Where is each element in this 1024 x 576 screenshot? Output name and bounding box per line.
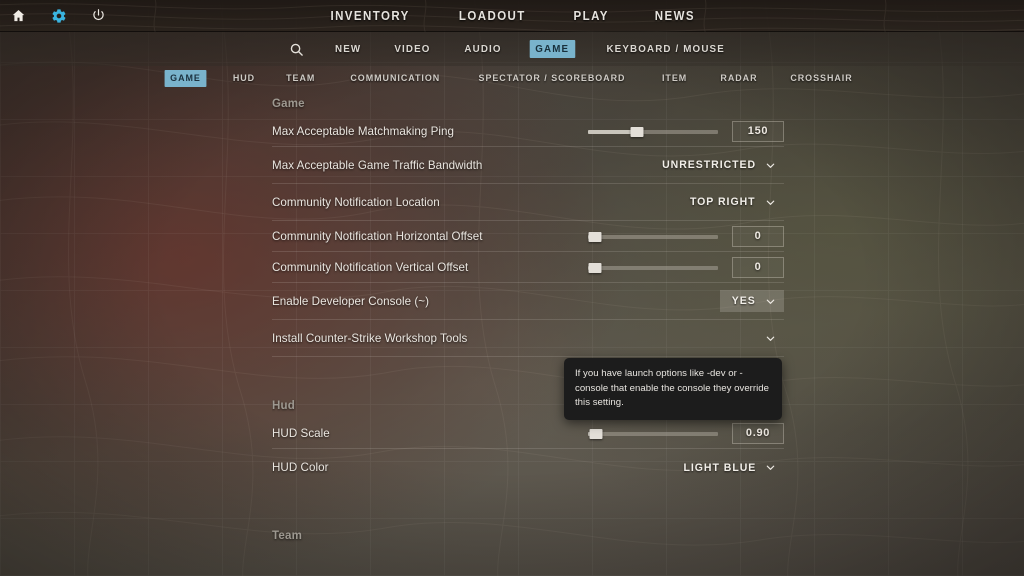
tab-crosshair[interactable]: CROSSHAIR [785,70,858,87]
notification-location-dropdown[interactable]: TOP RIGHT [675,191,784,213]
chevron-down-icon [766,336,775,341]
category-video[interactable]: VIDEO [389,40,436,58]
matchmaking-ping-value[interactable]: 150 [732,120,784,142]
tab-communication[interactable]: COMMUNICATION [345,70,446,87]
traffic-bandwidth-dropdown[interactable]: UNRESTRICTED [645,154,784,176]
slider-handle[interactable] [630,126,644,137]
nav-item-news[interactable]: NEWS [655,9,695,23]
setting-row-notification-horizontal-offset[interactable]: Community Notification Horizontal Offset… [272,221,784,252]
horizontal-offset-slider[interactable] [588,231,718,242]
setting-label: HUD Scale [272,426,330,440]
home-icon[interactable] [10,7,27,24]
setting-label: Community Notification Location [272,195,440,209]
slider-handle[interactable] [589,428,603,439]
slider-handle[interactable] [588,231,601,242]
category-game[interactable]: GAME [529,40,576,58]
gear-icon[interactable] [50,7,67,24]
settings-sub-tab-bar: GAME HUD TEAM COMMUNICATION SPECTATOR / … [0,66,1024,90]
tooltip-text: If you have launch options like -dev or … [575,368,769,408]
system-icon-group [0,7,107,24]
category-keyboard-mouse[interactable]: KEYBOARD / MOUSE [601,40,731,58]
horizontal-offset-value[interactable]: 0 [732,225,784,247]
setting-row-community-notification-location[interactable]: Community Notification Location TOP RIGH… [272,184,784,221]
section-heading-team: Team [272,530,302,542]
tab-spectator-scoreboard[interactable]: SPECTATOR / SCOREBOARD [473,70,631,87]
setting-row-install-workshop-tools[interactable]: Install Counter-Strike Workshop Tools [272,320,784,357]
power-icon[interactable] [90,7,107,24]
dropdown-value: TOP RIGHT [690,196,756,208]
category-new[interactable]: NEW [329,40,366,58]
setting-label: Install Counter-Strike Workshop Tools [272,331,468,345]
setting-row-enable-developer-console[interactable]: Enable Developer Console (~) YES [272,283,784,320]
tab-team[interactable]: TEAM [281,70,321,87]
chevron-down-icon [766,465,775,470]
setting-label: Enable Developer Console (~) [272,294,430,308]
nav-item-loadout[interactable]: LOADOUT [459,9,526,23]
vertical-offset-value[interactable]: 0 [732,256,784,278]
hud-scale-slider[interactable] [588,428,718,439]
setting-label: Max Acceptable Game Traffic Bandwidth [272,158,483,172]
dropdown-value: UNRESTRICTED [661,159,756,171]
setting-label: Max Acceptable Matchmaking Ping [272,124,454,138]
tab-item[interactable]: ITEM [657,70,693,87]
vertical-offset-slider[interactable] [588,262,718,273]
setting-row-notification-vertical-offset[interactable]: Community Notification Vertical Offset 0 [272,252,784,283]
chevron-down-icon [766,200,775,205]
chevron-down-icon [766,163,775,168]
chevron-down-icon [766,299,775,304]
slider-handle[interactable] [588,262,601,273]
setting-row-max-matchmaking-ping[interactable]: Max Acceptable Matchmaking Ping 150 [272,116,784,147]
matchmaking-ping-slider[interactable] [588,126,718,137]
category-audio[interactable]: AUDIO [459,40,507,58]
setting-label: HUD Color [272,461,329,474]
dropdown-value: LIGHT BLUE [683,461,756,474]
setting-label: Community Notification Vertical Offset [272,260,469,274]
tab-hud[interactable]: HUD [227,70,260,87]
nav-item-inventory[interactable]: INVENTORY [330,9,409,23]
developer-console-dropdown[interactable]: YES [720,290,784,312]
main-navigation: INVENTORY LOADOUT PLAY NEWS [0,0,1024,32]
slider-track [588,431,718,436]
dropdown-value: YES [732,295,756,307]
search-icon[interactable] [289,42,304,57]
section-heading-game: Game [272,98,305,110]
hud-scale-value[interactable]: 0.90 [732,422,784,444]
tab-radar[interactable]: RADAR [714,70,762,87]
hud-color-dropdown[interactable]: LIGHT BLUE [668,457,784,479]
setting-row-hud-scale[interactable]: HUD Scale 0.90 [272,418,784,449]
top-bar: INVENTORY LOADOUT PLAY NEWS [0,0,1024,32]
workshop-tools-dropdown[interactable] [746,328,784,349]
setting-row-max-traffic-bandwidth[interactable]: Max Acceptable Game Traffic Bandwidth UN… [272,147,784,184]
slider-track [588,234,718,239]
nav-item-play[interactable]: PLAY [573,9,608,23]
developer-console-tooltip: If you have launch options like -dev or … [564,358,782,420]
slider-track [588,265,718,270]
settings-content-panel: Game Max Acceptable Matchmaking Ping 150… [272,98,784,576]
setting-label: Community Notification Horizontal Offset [272,229,483,243]
setting-row-hud-color[interactable]: HUD Color LIGHT BLUE [272,449,784,486]
tab-game[interactable]: GAME [164,69,206,87]
settings-category-bar: NEW VIDEO AUDIO GAME KEYBOARD / MOUSE [0,32,1024,66]
